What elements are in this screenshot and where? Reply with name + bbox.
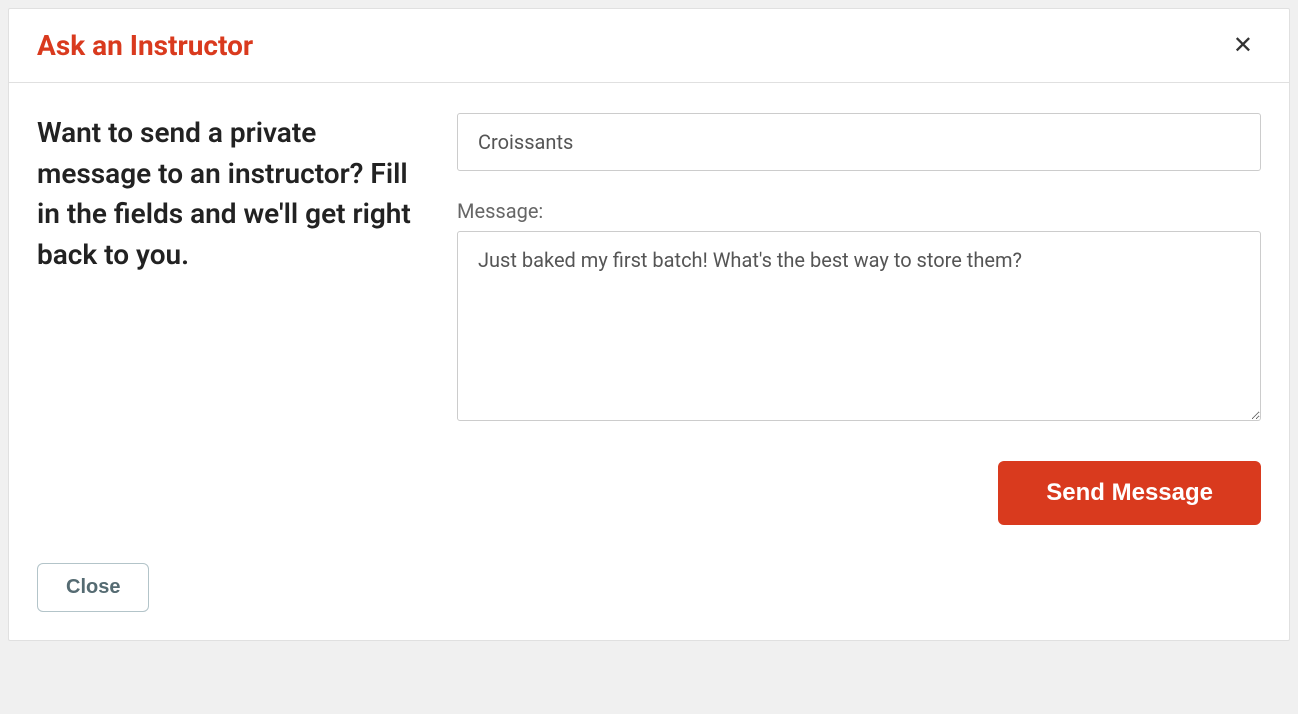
modal-footer: Close [9,545,1289,640]
ask-instructor-modal: Ask an Instructor ✕ Want to send a priva… [8,8,1290,641]
message-label: Message: [457,199,1261,223]
send-row: Send Message [457,461,1261,525]
close-button[interactable]: Close [37,563,149,612]
modal-title: Ask an Instructor [37,29,253,62]
intro-text: Want to send a private message to an ins… [37,113,417,525]
send-message-button[interactable]: Send Message [998,461,1261,525]
form-area: Message: Just baked my first batch! What… [457,113,1261,525]
modal-body: Want to send a private message to an ins… [9,83,1289,545]
subject-input[interactable] [457,113,1261,171]
close-icon[interactable]: ✕ [1225,30,1261,62]
message-textarea[interactable]: Just baked my first batch! What's the be… [457,231,1261,421]
modal-header: Ask an Instructor ✕ [9,9,1289,83]
